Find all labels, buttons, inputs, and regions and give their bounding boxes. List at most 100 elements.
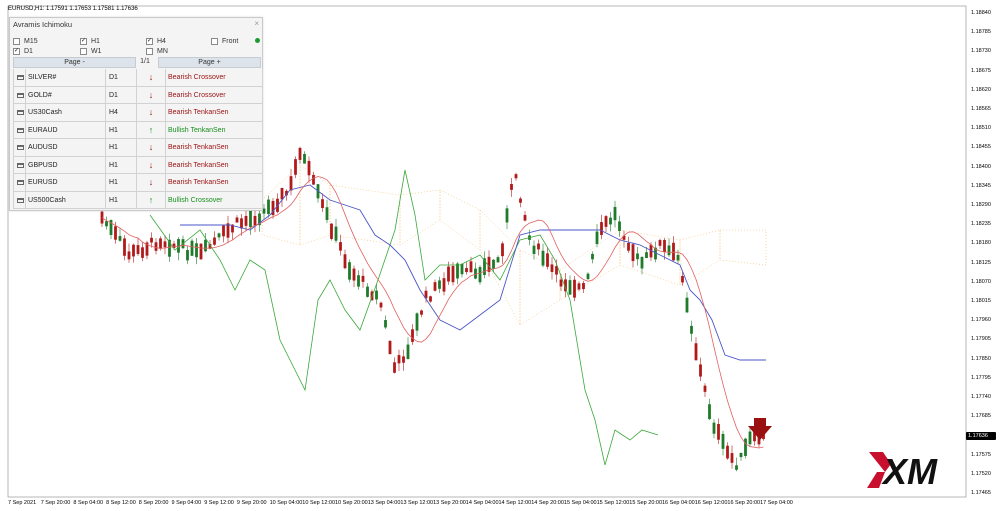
- time-tick-label: 15 Sep 20:00: [629, 500, 663, 506]
- checkbox-h4[interactable]: ✓: [146, 38, 153, 45]
- timeframe-w1[interactable]: W1: [80, 47, 102, 56]
- time-tick-label: 10 Sep 04:00: [269, 500, 303, 506]
- candle-body: [154, 242, 158, 251]
- folder-icon[interactable]: [13, 139, 25, 156]
- candle-body: [676, 254, 680, 261]
- symbol-info: EURUSD,H1: 1.17591 1.17653 1.17581 1.176…: [8, 6, 138, 12]
- checkbox-d1[interactable]: ✓: [13, 48, 20, 55]
- candle-body: [591, 253, 594, 260]
- timeframe-h4[interactable]: ✓ H4: [146, 37, 166, 46]
- timeframe-m15[interactable]: M15: [13, 37, 38, 46]
- candle-body: [672, 242, 675, 261]
- row-timeframe: H4: [105, 104, 136, 121]
- ichimoku-scanner-panel[interactable]: Avramis Ichimoku × M15 ✓ H1 ✓ H4 Front ✓…: [9, 17, 263, 211]
- candle-body: [114, 226, 117, 240]
- xm-logo: XM: [867, 451, 938, 492]
- candle-body: [699, 364, 702, 377]
- candle-body: [712, 422, 716, 434]
- folder-icon[interactable]: [13, 86, 25, 104]
- cloud-segment: [299, 164, 331, 246]
- candle-body: [307, 160, 311, 176]
- time-tick-label: 10 Sep 12:00: [302, 500, 336, 506]
- checkbox-w1[interactable]: [80, 48, 87, 55]
- candle-body: [451, 266, 455, 283]
- table-row[interactable]: US500Cash H1 ↑ Bullish Crossover: [13, 191, 263, 209]
- time-tick-label: 9 Sep 04:00: [171, 500, 202, 506]
- close-icon[interactable]: ×: [254, 19, 259, 28]
- table-row[interactable]: EURAUD H1 ↑ Bullish TenkanSen: [13, 121, 263, 139]
- table-row[interactable]: AUDUSD H1 ↓ Bearish TenkanSen: [13, 139, 263, 157]
- checkbox-m15[interactable]: [13, 38, 20, 45]
- candle-body: [618, 221, 621, 231]
- candle-body: [195, 243, 198, 258]
- row-signal: Bullish TenkanSen: [165, 121, 263, 139]
- time-tick-label: 9 Sep 12:00: [204, 500, 234, 506]
- checkbox-mn[interactable]: [146, 48, 153, 55]
- time-tick-label: 13 Sep 20:00: [433, 500, 466, 506]
- candle-body: [748, 431, 752, 445]
- candle-body: [379, 302, 383, 308]
- timeframe-front[interactable]: Front: [211, 37, 238, 46]
- price-tick-label: 1.18235: [971, 221, 991, 228]
- folder-icon[interactable]: [13, 174, 25, 191]
- row-symbol: US30Cash: [25, 104, 105, 121]
- table-row[interactable]: SILVER# D1 ↓ Bearish Crossover: [13, 69, 263, 87]
- candle-body: [708, 404, 711, 420]
- folder-icon[interactable]: [13, 121, 25, 139]
- time-tick-label: 13 Sep 12:00: [400, 500, 434, 506]
- candle-body: [100, 211, 104, 224]
- row-signal: Bearish TenkanSen: [165, 104, 263, 121]
- row-symbol: AUDUSD: [25, 139, 105, 156]
- candle-body: [658, 240, 662, 246]
- candle-body: [730, 453, 734, 463]
- candle-body: [294, 159, 297, 175]
- price-tick-label: 1.18290: [971, 202, 991, 208]
- candle-body: [163, 241, 167, 248]
- page-prev-button[interactable]: Page -: [13, 57, 136, 68]
- timeframe-h1[interactable]: ✓ H1: [80, 37, 100, 46]
- candle-body: [523, 214, 527, 221]
- price-tick-label: 1.18565: [971, 106, 991, 112]
- checkbox-h1[interactable]: ✓: [80, 38, 87, 45]
- table-row[interactable]: US30Cash H4 ↓ Bearish TenkanSen: [13, 104, 263, 122]
- folder-icon[interactable]: [13, 191, 25, 209]
- time-tick-label: 15 Sep 04:00: [563, 500, 597, 506]
- table-row[interactable]: GOLD# D1 ↓ Bearish Crossover: [13, 86, 263, 104]
- candle-body: [433, 282, 437, 291]
- time-tick-label: 10 Sep 20:00: [335, 500, 368, 506]
- folder-icon[interactable]: [13, 69, 25, 86]
- timeframe-mn[interactable]: MN: [146, 47, 168, 56]
- page-number: 1/1: [140, 58, 150, 65]
- candle-body: [357, 275, 360, 287]
- table-row[interactable]: GBPUSD H1 ↓ Bearish TenkanSen: [13, 156, 263, 174]
- price-tick-label: 1.18015: [971, 298, 991, 304]
- folder-icon[interactable]: [13, 104, 25, 121]
- arrow-up-icon: ↑: [136, 191, 165, 209]
- price-tick-label: 1.17850: [971, 355, 991, 362]
- row-signal: Bearish Crossover: [165, 86, 263, 104]
- arrow-down-icon: ↓: [136, 104, 165, 121]
- price-tick-label: 1.17575: [971, 451, 991, 458]
- row-signal: Bearish Crossover: [165, 69, 263, 86]
- time-tick-label: 8 Sep 12:00: [106, 500, 136, 506]
- candle-body: [469, 261, 473, 273]
- time-tick-label: 16 Sep 12:00: [694, 500, 728, 506]
- checkbox-front[interactable]: [211, 38, 218, 45]
- price-tick-label: 1.17960: [971, 317, 991, 324]
- price-tick-label: 1.18125: [971, 259, 991, 266]
- time-tick-label: 8 Sep 04:00: [73, 500, 104, 506]
- cloud-segment: [619, 229, 681, 286]
- candle-body: [604, 216, 608, 227]
- candle-body: [393, 362, 396, 373]
- timeframe-d1[interactable]: ✓ D1: [13, 47, 33, 56]
- candle-body: [519, 198, 522, 203]
- candle-body: [136, 245, 140, 254]
- table-row[interactable]: EURUSD H1 ↓ Bearish TenkanSen: [13, 174, 263, 192]
- page-next-button[interactable]: Page +: [158, 57, 261, 68]
- row-signal: Bullish Crossover: [165, 191, 263, 209]
- candle-body: [636, 253, 639, 260]
- candle-body: [375, 290, 378, 300]
- folder-icon[interactable]: [13, 156, 25, 174]
- candle-body: [667, 245, 671, 256]
- candle-body: [127, 251, 131, 260]
